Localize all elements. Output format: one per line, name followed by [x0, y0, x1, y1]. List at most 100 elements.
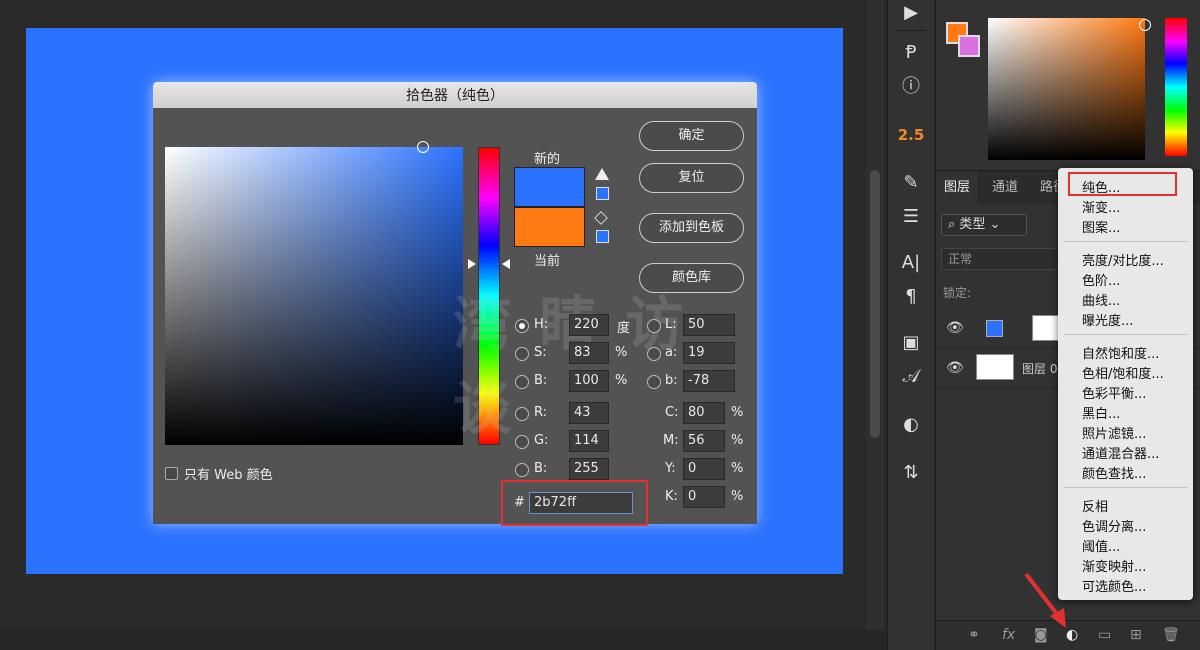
gamut-swatch[interactable]	[596, 187, 609, 200]
s-input[interactable]: 83	[569, 342, 609, 364]
adjustment-layer-icon[interactable]: ◐	[1066, 627, 1078, 643]
b-lab-radio[interactable]	[647, 375, 661, 389]
blue-input[interactable]: 255	[569, 458, 609, 480]
mask-icon[interactable]: ◙	[1034, 627, 1048, 643]
g-radio[interactable]	[515, 435, 529, 449]
play-icon[interactable]: ▶	[896, 0, 926, 26]
dialog-title: 拾色器（纯色）	[153, 82, 757, 108]
link-icon[interactable]: ⚭	[968, 627, 980, 643]
new-layer-icon[interactable]: ⊞	[1130, 627, 1142, 643]
a-input[interactable]: 19	[683, 342, 735, 364]
s-label: S:	[534, 345, 547, 360]
3d-icon[interactable]: ▣	[896, 330, 926, 356]
menu-item-gradient[interactable]: 渐变...	[1082, 197, 1120, 216]
paragraph-icon[interactable]: ¶	[896, 284, 926, 310]
color-panel-cursor[interactable]	[1139, 19, 1151, 31]
glyphs-icon[interactable]: 𝒜	[896, 364, 926, 390]
history-icon[interactable]: ⇅	[896, 460, 926, 486]
paragraph-style-icon[interactable]: Ᵽ	[896, 40, 926, 66]
color-panel-hue-slider[interactable]	[1165, 18, 1187, 156]
menu-item-vibrance[interactable]: 自然饱和度...	[1082, 343, 1159, 362]
menu-item-invert[interactable]: 反相	[1082, 496, 1108, 515]
web-safe-swatch[interactable]	[596, 230, 609, 243]
r-input[interactable]: 43	[569, 402, 609, 424]
menu-item-photo-filter[interactable]: 照片滤镜...	[1082, 423, 1146, 442]
menu-item-threshold[interactable]: 阈值...	[1082, 536, 1120, 555]
menu-item-pattern[interactable]: 图案...	[1082, 217, 1120, 236]
b-lab-input[interactable]: -78	[683, 370, 735, 392]
menu-item-posterize[interactable]: 色调分离...	[1082, 516, 1146, 535]
adjustments-icon[interactable]: ◐	[896, 412, 926, 438]
info-icon[interactable]: ⓘ	[896, 74, 926, 100]
menu-item-black-white[interactable]: 黑白...	[1082, 403, 1120, 422]
menu-divider	[1064, 487, 1187, 488]
menu-item-color-lookup[interactable]: 颜色查找...	[1082, 463, 1146, 482]
tab-layers[interactable]: 图层	[936, 171, 979, 205]
s-radio[interactable]	[515, 347, 529, 361]
sliders-icon[interactable]: ☰	[896, 204, 926, 230]
out-of-gamut-warning-icon[interactable]	[595, 168, 609, 180]
blend-mode-select[interactable]: 正常	[941, 248, 1061, 270]
h-radio[interactable]	[515, 319, 529, 333]
trash-icon[interactable]: 🗑	[1162, 627, 1180, 643]
eye-icon[interactable]: 👁	[946, 320, 964, 336]
menu-item-hue-saturation[interactable]: 色相/饱和度...	[1082, 363, 1164, 382]
l-input[interactable]: 50	[683, 314, 735, 336]
eye-icon[interactable]: 👁	[946, 360, 964, 376]
canvas-scrollbar[interactable]	[866, 0, 884, 630]
layer-name[interactable]: 图层 0	[1022, 360, 1057, 377]
background-color-swatch[interactable]	[958, 35, 980, 57]
h-label: H:	[534, 317, 549, 332]
filter-label: 类型	[959, 217, 986, 232]
a-radio[interactable]	[647, 347, 661, 361]
menu-item-solid-color[interactable]: 纯色...	[1082, 177, 1120, 196]
menu-item-curves[interactable]: 曲线...	[1082, 290, 1120, 309]
c-input[interactable]: 80	[683, 402, 725, 424]
brightness-input[interactable]: 100	[569, 370, 609, 392]
version-badge[interactable]: 2.5	[896, 122, 926, 148]
reset-button[interactable]: 复位	[639, 163, 744, 193]
k-input[interactable]: 0	[683, 486, 725, 508]
tab-channels[interactable]: 通道	[984, 171, 1026, 205]
hex-input[interactable]: 2b72ff	[529, 492, 633, 514]
color-field-cursor[interactable]	[417, 141, 429, 153]
fx-icon[interactable]: fx	[1002, 627, 1015, 643]
h-input[interactable]: 220	[569, 314, 609, 336]
color-panel-field[interactable]	[988, 18, 1151, 160]
color-field[interactable]	[165, 141, 463, 445]
scrollbar-thumb[interactable]	[870, 170, 880, 438]
color-libraries-button[interactable]: 颜色库	[639, 263, 744, 293]
menu-item-gradient-map[interactable]: 渐变映射...	[1082, 556, 1146, 575]
character-icon[interactable]: A|	[896, 250, 926, 276]
web-colors-option[interactable]: 只有 Web 颜色	[165, 464, 273, 483]
brightness-radio[interactable]	[515, 375, 529, 389]
folder-icon[interactable]: ▭	[1098, 627, 1111, 643]
annotation-arrow-icon	[1024, 572, 1066, 628]
web-colors-checkbox[interactable]	[165, 467, 178, 480]
menu-item-channel-mixer[interactable]: 通道混合器...	[1082, 443, 1159, 462]
menu-item-brightness-contrast[interactable]: 亮度/对比度...	[1082, 250, 1164, 269]
brush-icon[interactable]: ✎	[896, 170, 926, 196]
y-input[interactable]: 0	[683, 458, 725, 480]
add-to-swatches-button[interactable]: 添加到色板	[639, 213, 744, 243]
menu-item-levels[interactable]: 色阶...	[1082, 270, 1120, 289]
menu-item-color-balance[interactable]: 色彩平衡...	[1082, 383, 1146, 402]
web-safe-cube-icon[interactable]	[594, 211, 608, 225]
hue-slider-right-arrow[interactable]	[502, 259, 510, 269]
l-radio[interactable]	[647, 319, 661, 333]
menu-item-selective-color[interactable]: 可选颜色...	[1082, 576, 1146, 595]
m-input[interactable]: 56	[683, 430, 725, 452]
r-radio[interactable]	[515, 407, 529, 421]
g-input[interactable]: 114	[569, 430, 609, 452]
layer-filter-select[interactable]: ⌕ 类型 ⌄	[941, 214, 1027, 236]
new-color-label: 新的	[534, 152, 561, 167]
menu-item-exposure[interactable]: 曝光度...	[1082, 310, 1133, 329]
current-color-swatch[interactable]	[514, 207, 585, 247]
status-bar	[0, 630, 885, 650]
blue-radio[interactable]	[515, 463, 529, 477]
ok-button[interactable]: 确定	[639, 121, 744, 151]
g-label: G:	[534, 433, 549, 448]
hue-slider-left-arrow[interactable]	[468, 259, 476, 269]
h-unit: 度	[617, 321, 631, 336]
menu-divider	[1064, 334, 1187, 335]
